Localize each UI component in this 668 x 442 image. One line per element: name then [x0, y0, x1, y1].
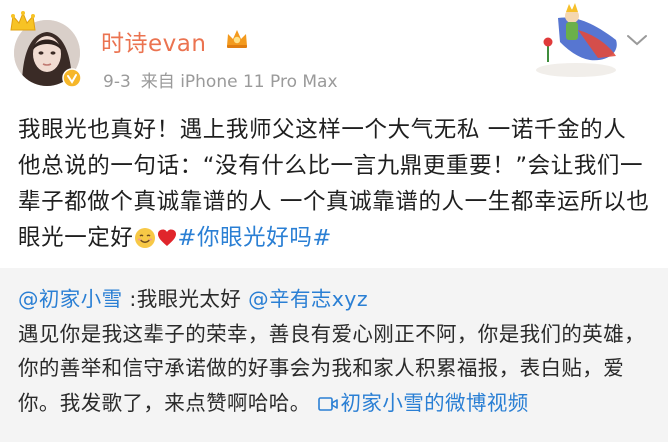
- post-content: 我眼光也真好！遇上我师父这样一个大气无私 一诺千金的人 他总说的一句话：“没有什…: [18, 112, 654, 256]
- vip-crown-icon[interactable]: [224, 26, 250, 50]
- avatar-container[interactable]: [10, 11, 82, 88]
- video-link-label[interactable]: 初家小雪的微博视频: [341, 391, 529, 415]
- repost-content: @初家小雪 :我眼光太好 @辛有志xyz 遇见你是我这辈子的荣幸，善良有爱心刚正…: [18, 282, 654, 420]
- video-link[interactable]: 初家小雪的微博视频: [317, 391, 529, 415]
- repost-author-mention[interactable]: @初家小雪: [18, 287, 123, 311]
- video-icon: [317, 396, 338, 411]
- chevron-down-icon[interactable]: [624, 30, 650, 50]
- post-body-text: 我眼光也真好！遇上我师父这样一个大气无私 一诺千金的人 他总说的一句话：“没有什…: [18, 117, 650, 251]
- smile-emoji-icon: [134, 228, 155, 248]
- repost-mention[interactable]: @辛有志xyz: [248, 287, 368, 311]
- post-meta: 9-3 来自 iPhone 11 Pro Max: [103, 67, 338, 92]
- device-source[interactable]: iPhone 11 Pro Max: [180, 72, 337, 92]
- red-heart-emoji-icon: [157, 229, 176, 246]
- source-prefix: 来自: [140, 72, 175, 92]
- little-prince-decoration: [536, 3, 617, 77]
- post-date: 9-3: [103, 72, 131, 92]
- hashtag-link[interactable]: #你眼光好吗#: [178, 225, 332, 251]
- username[interactable]: 时诗evan: [101, 24, 206, 58]
- verified-badge-icon: [62, 68, 82, 88]
- post-header: 时诗evan 9-3 来自 iPhone 11 Pro Max: [0, 0, 668, 100]
- repost-card[interactable]: @初家小雪 :我眼光太好 @辛有志xyz 遇见你是我这辈子的荣幸，善良有爱心刚正…: [0, 268, 668, 442]
- crown-icon: [10, 11, 36, 31]
- repost-author-text: :我眼光太好: [129, 287, 242, 311]
